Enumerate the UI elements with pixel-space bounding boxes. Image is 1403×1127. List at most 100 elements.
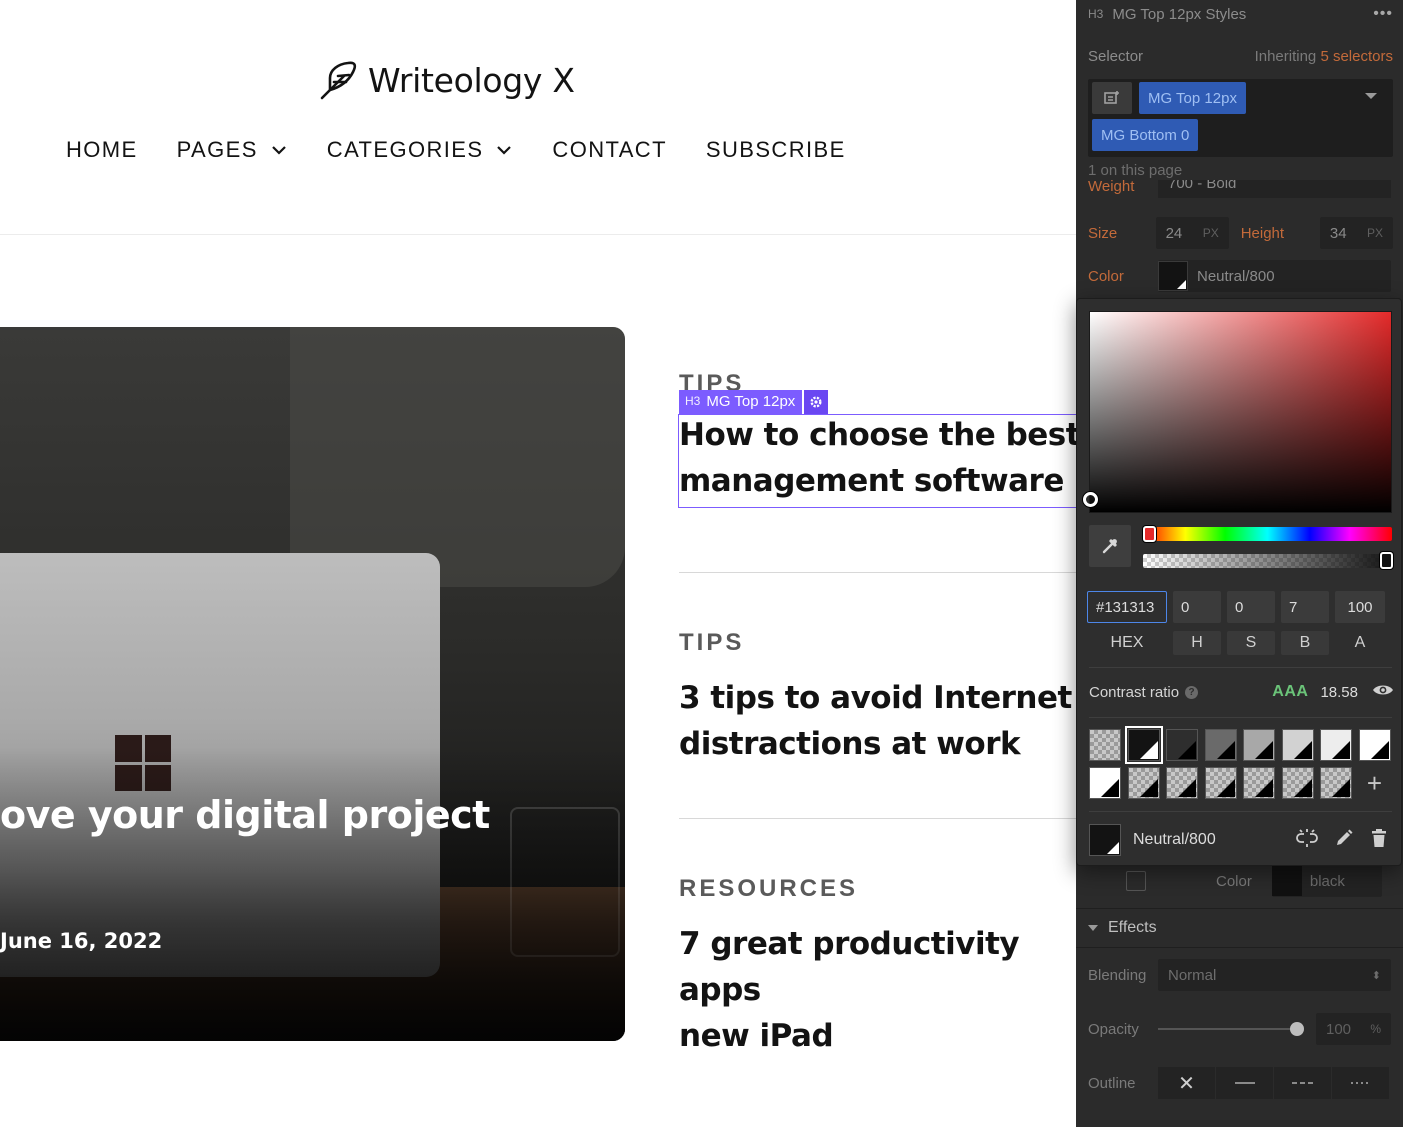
post-category[interactable]: RESOURCES — [679, 819, 1076, 903]
swatch[interactable] — [1358, 729, 1391, 761]
contrast-ratio-value: 18.58 — [1320, 683, 1358, 701]
swatch[interactable] — [1243, 729, 1275, 761]
nav-label: CONTACT — [552, 137, 667, 162]
select-arrows-icon: ⬍ — [1371, 969, 1381, 982]
saturation-brightness-area[interactable] — [1089, 311, 1392, 513]
swatch[interactable] — [1089, 767, 1121, 799]
selector-chip[interactable]: MG Top 12px — [1139, 82, 1246, 114]
s-label[interactable]: S — [1227, 631, 1275, 655]
hue-slider-handle[interactable] — [1143, 526, 1156, 542]
eye-icon[interactable] — [1372, 683, 1394, 701]
outline-dashed-button[interactable] — [1274, 1067, 1332, 1099]
shadow-color-value: black — [1309, 872, 1345, 890]
swatch[interactable] — [1166, 767, 1198, 799]
chevron-down-icon — [272, 146, 286, 155]
hue-slider[interactable] — [1143, 527, 1392, 541]
size-input[interactable]: 24 PX — [1155, 217, 1229, 249]
b-label[interactable]: B — [1281, 631, 1329, 655]
shadow-color-field[interactable]: black — [1271, 865, 1382, 897]
help-icon[interactable]: ? — [1185, 685, 1199, 699]
swatch[interactable] — [1243, 767, 1275, 799]
selector-header: Selector Inheriting 5 selectors — [1088, 48, 1393, 65]
outline-row: Outline ✕ — [1076, 1067, 1403, 1099]
opacity-value: 100 — [1326, 1020, 1352, 1038]
saturation-brightness-handle[interactable] — [1083, 492, 1098, 507]
effects-section-header[interactable]: Effects — [1076, 908, 1403, 948]
nav-item-pages[interactable]: PAGES — [177, 137, 288, 163]
add-swatch-icon[interactable]: + — [1359, 767, 1391, 799]
alpha-slider[interactable] — [1143, 554, 1392, 568]
edit-pencil-icon[interactable] — [1334, 828, 1354, 852]
saturation-input[interactable]: 0 — [1227, 591, 1275, 623]
swatch[interactable] — [1320, 767, 1352, 799]
post-title[interactable]: 7 great productivity apps new iPad — [679, 921, 1076, 1059]
hue-input[interactable]: 0 — [1173, 591, 1221, 623]
swatch[interactable] — [1281, 767, 1314, 799]
selector-chip[interactable]: MG Bottom 0 — [1092, 119, 1199, 151]
nav-item-subscribe[interactable]: SUBSCRIBE — [706, 137, 846, 163]
color-field[interactable]: Neutral/800 — [1158, 260, 1391, 292]
trash-icon[interactable] — [1370, 828, 1388, 852]
unlink-icon[interactable] — [1296, 828, 1318, 852]
outline-dotted-button[interactable] — [1332, 1067, 1390, 1099]
nav-item-categories[interactable]: CATEGORIES — [327, 137, 514, 163]
a-label[interactable]: A — [1335, 631, 1385, 655]
color-value: Neutral/800 — [1197, 267, 1275, 285]
post-title[interactable]: How to choose the best management softwa… — [679, 412, 1076, 504]
nav-item-home[interactable]: HOME — [66, 137, 138, 163]
inheriting-info[interactable]: Inheriting 5 selectors — [1255, 48, 1393, 65]
eyedropper-icon[interactable] — [1089, 525, 1131, 567]
opacity-slider-handle[interactable] — [1290, 1022, 1304, 1036]
h-label[interactable]: H — [1173, 631, 1221, 655]
swatch[interactable] — [1166, 729, 1198, 761]
outline-none-button[interactable]: ✕ — [1158, 1067, 1216, 1099]
selected-element-name: H3 MG Top 12px — [679, 390, 803, 414]
swatch[interactable] — [1204, 729, 1237, 761]
weight-select[interactable]: 700 - Bold — [1158, 180, 1391, 198]
featured-post-card[interactable]: ove your digital project June 16, 2022 — [0, 327, 625, 1041]
selector-field[interactable]: MG Top 12px MG Bottom 0 — [1088, 79, 1393, 157]
nav-label: PAGES — [176, 137, 258, 162]
chevron-down-icon[interactable] — [1365, 93, 1377, 99]
selected-element-label[interactable]: H3 MG Top 12px — [679, 390, 829, 414]
post-item[interactable]: RESOURCES 7 great productivity apps new … — [679, 819, 1076, 1054]
swatch[interactable] — [1281, 729, 1314, 761]
opacity-input[interactable]: 100 % — [1316, 1013, 1391, 1045]
outline-solid-button[interactable] — [1216, 1067, 1274, 1099]
swatch[interactable] — [1127, 767, 1160, 799]
post-list: TIPS How to choose the best management s… — [679, 360, 1076, 1054]
site-logo[interactable]: Writeology X — [316, 56, 575, 104]
alpha-input[interactable]: 100 — [1335, 591, 1385, 623]
height-input[interactable]: 34 PX — [1319, 217, 1393, 249]
swatch[interactable] — [1320, 729, 1352, 761]
alpha-slider-handle[interactable] — [1380, 552, 1393, 569]
color-row: Color Neutral/800 — [1088, 260, 1393, 292]
nav-item-contact[interactable]: CONTACT — [552, 137, 667, 163]
element-class: MG Top 12px — [706, 393, 796, 410]
opacity-row: Opacity 100 % — [1076, 1013, 1403, 1045]
blending-select[interactable]: Normal ⬍ — [1158, 959, 1391, 991]
hex-input[interactable]: #131313 — [1087, 591, 1167, 623]
swatch-neutral-800[interactable] — [1124, 726, 1163, 764]
post-category[interactable]: TIPS — [679, 573, 1076, 657]
post-item[interactable]: TIPS 3 tips to avoid Internet distractio… — [679, 573, 1076, 818]
hex-label[interactable]: HEX — [1087, 631, 1167, 655]
swatch[interactable] — [1204, 767, 1237, 799]
height-unit: PX — [1366, 226, 1383, 240]
swatch-transparent[interactable] — [1089, 729, 1121, 761]
style-panel-header: H3 MG Top 12px Styles ••• — [1088, 4, 1393, 24]
element-tag: H3 — [1088, 7, 1104, 21]
divider — [1089, 811, 1392, 812]
post-title[interactable]: 3 tips to avoid Internet distractions at… — [679, 675, 1076, 767]
post-title-line: 7 great productivity apps — [679, 926, 1020, 1008]
brightness-input[interactable]: 7 — [1281, 591, 1329, 623]
color-mode-labels: HEX H S B A — [1087, 631, 1385, 655]
gear-icon[interactable] — [804, 390, 829, 414]
selected-swatch-name: Neutral/800 — [1133, 831, 1216, 848]
opacity-slider[interactable] — [1158, 1022, 1304, 1036]
more-options-icon[interactable]: ••• — [1373, 5, 1393, 23]
size-row: Size 24 PX Height 34 PX — [1088, 217, 1393, 249]
featured-post-title[interactable]: ove your digital project — [0, 793, 490, 837]
shadow-type-icon[interactable] — [1126, 871, 1146, 891]
selector-mode-icon[interactable] — [1092, 82, 1132, 114]
